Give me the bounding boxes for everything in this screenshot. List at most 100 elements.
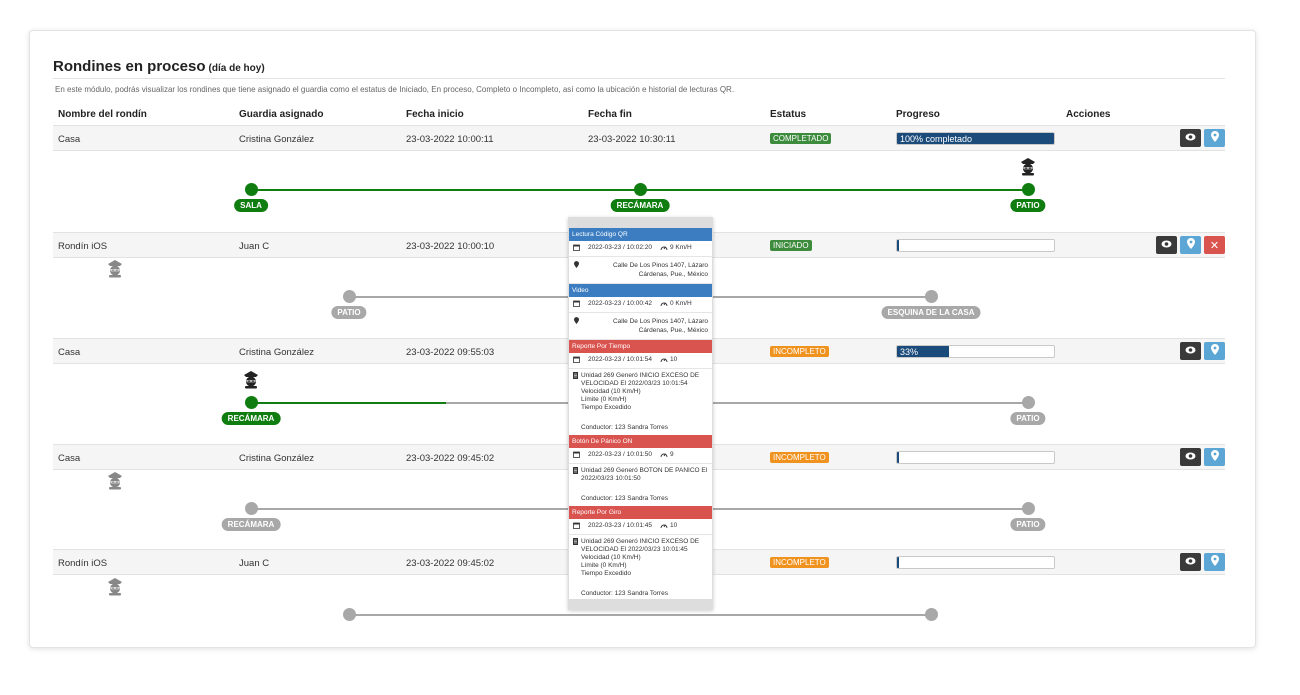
popup-section: Lectura Código QR 2022-03-23 / 10:02:20 … [569,228,712,284]
start-date: 23-03-2022 09:45:02 [406,558,495,569]
popup-section: Reporte Por Tiempo 2022-03-23 / 10:01:54… [569,340,712,435]
start-date: 23-03-2022 09:55:03 [406,347,495,358]
progress-bar [896,451,1055,464]
title-divider [53,78,1225,79]
checkpoint-dot[interactable] [1022,502,1035,515]
popup-address: Calle De Los Pinos 1407, Lázaro Cárdenas… [612,318,708,334]
popup-conductor: Conductor: 123 Sandra Torres [581,495,668,502]
table-header: Nombre del rondín Guardia asignado Fecha… [53,105,1225,125]
popup-detail-row: Unidad 269 Generó INICIO EXCESO DE VELOC… [569,369,712,415]
checkpoint-label: PATIO [1010,412,1046,425]
popup-section-title: Botón De Pánico ON [569,435,712,448]
checkpoint-label: RECÁMARA [221,518,281,531]
popup-detail: Unidad 269 Generó INICIO EXCESO DE VELOC… [581,538,700,577]
start-date: 23-03-2022 10:00:10 [406,241,495,252]
popup-datetime-row: 2022-03-23 / 10:01:50 9 [569,448,712,464]
history-popup: Lectura Código QR 2022-03-23 / 10:02:20 … [568,217,713,610]
timeline-progress [251,402,446,404]
popup-datetime: 2022-03-23 / 10:01:45 [588,522,652,529]
checkpoint-dot[interactable] [1022,396,1035,409]
header-name: Nombre del rondín [58,109,147,120]
calendar-icon [573,356,580,365]
popup-datetime: 2022-03-23 / 10:00:42 [588,300,652,307]
popup-section-title: Reporte Por Tiempo [569,340,712,353]
progress-fill [897,557,900,568]
popup-detail: Unidad 269 Generó INICIO EXCESO DE VELOC… [581,372,700,411]
popup-speed: 0 Km/H [669,300,692,307]
popup-section-title: Video [569,284,712,297]
popup-address-row: Calle De Los Pinos 1407, Lázaro Cárdenas… [569,313,712,340]
status-badge: INCOMPLETO [770,346,829,357]
location-button[interactable] [1204,342,1225,360]
view-button[interactable] [1180,342,1201,360]
checkpoint-dot[interactable] [925,290,938,303]
speedometer-icon [660,244,668,253]
checkpoint-dot[interactable] [1022,183,1035,196]
guard-name: Cristina González [239,347,314,358]
header-end: Fecha fin [588,109,632,120]
eye-icon [1185,132,1196,144]
row-actions [1180,129,1225,147]
progress-fill [897,452,900,463]
popup-datetime: 2022-03-23 / 10:01:54 [588,356,652,363]
eye-icon [1185,345,1196,357]
close-icon: ✕ [1209,239,1220,252]
map-pin-icon [574,261,579,271]
popup-speed: 10 [669,356,678,363]
table-row: Casa Cristina González 23-03-2022 10:00:… [53,125,1225,151]
status-badge: COMPLETADO [770,133,832,144]
progress-bar: 33% [896,345,1055,358]
progress-bar: 100% completado [896,132,1055,145]
progress-text: 33% [900,347,919,357]
popup-detail-row: Unidad 269 Generó INICIO EXCESO DE VELOC… [569,535,712,581]
page-description: En este módulo, podrás visualizar los ro… [55,85,735,94]
cancel-button[interactable]: ✕ [1204,236,1225,254]
checkpoint-dot[interactable] [245,396,258,409]
guard-name: Cristina González [239,453,314,464]
location-button[interactable] [1204,129,1225,147]
popup-top-bar [569,218,712,228]
checkpoint-dot[interactable] [245,502,258,515]
start-date: 23-03-2022 10:00:11 [406,134,494,145]
eye-icon [1185,556,1196,568]
guard-icon [105,470,125,490]
speedometer-icon [660,300,668,309]
progress-bar [896,556,1055,569]
popup-section-title: Reporte Por Giro [569,506,712,519]
checkpoint-label: PATIO [1010,518,1046,531]
rondines-card: Rondines en proceso (día de hoy) En este … [29,30,1256,648]
speedometer-icon [660,451,668,460]
popup-speed: 10 [669,522,678,529]
map-marker-icon [1210,131,1219,145]
view-button[interactable] [1180,448,1201,466]
popup-datetime: 2022-03-23 / 10:01:50 [588,451,652,458]
status-badge: INICIADO [770,240,812,251]
row-actions [1180,342,1225,360]
checkpoint-dot[interactable] [245,183,258,196]
view-button[interactable] [1180,553,1201,571]
rondin-name: Rondín iOS [58,558,108,569]
checkpoint-dot[interactable] [925,608,938,621]
map-marker-icon [1210,450,1219,464]
rondin-name: Casa [58,134,81,145]
view-button[interactable] [1180,129,1201,147]
popup-speed: 9 Km/H [669,244,692,251]
location-button[interactable] [1204,448,1225,466]
popup-datetime: 2022-03-23 / 10:02:20 [588,244,652,251]
popup-address-row: Calle De Los Pinos 1407, Lázaro Cárdenas… [569,257,712,284]
guard-icon [1018,156,1038,176]
popup-section: Reporte Por Giro 2022-03-23 / 10:01:45 1… [569,506,712,601]
view-button[interactable] [1156,236,1177,254]
location-button[interactable] [1204,553,1225,571]
calendar-icon [573,451,580,460]
location-button[interactable] [1180,236,1201,254]
checkpoint-dot[interactable] [343,290,356,303]
checkpoint-dot[interactable] [343,608,356,621]
checkpoint-label: PATIO [331,306,367,319]
header-start: Fecha inicio [406,109,464,120]
checkpoint-label: ESQUINA DE LA CASA [881,306,981,319]
status-badge: INCOMPLETO [770,557,829,568]
row-actions [1180,553,1225,571]
start-date: 23-03-2022 09:45:02 [406,453,495,464]
checkpoint-dot[interactable] [634,183,647,196]
